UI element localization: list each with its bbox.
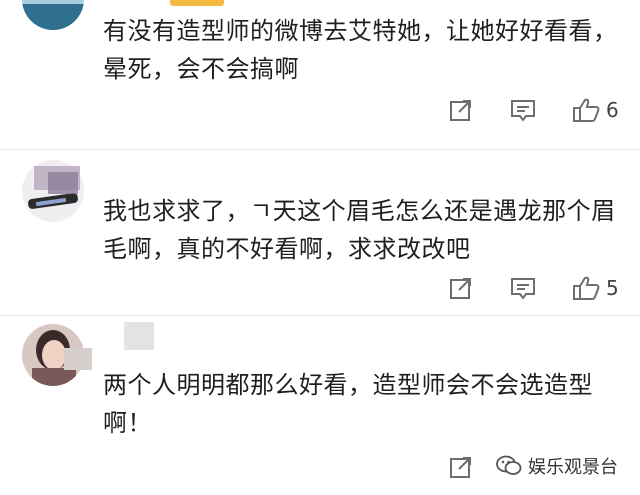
username-mosaic <box>64 348 92 370</box>
like-button[interactable]: 5 <box>572 273 619 303</box>
share-button[interactable] <box>449 95 473 125</box>
comment-item: 我也求求了，ㄱ天这个眉毛怎么还是遇龙那个眉毛啊，真的不好看啊，求求改改吧 5 <box>0 150 640 316</box>
comment-text: 两个人明明都那么好看，造型师会不会选造型啊！ <box>103 371 593 437</box>
thumbs-up-icon <box>573 98 600 122</box>
share-icon <box>450 457 471 478</box>
share-icon <box>450 278 471 299</box>
comment-actions: 6 <box>0 95 640 125</box>
share-button[interactable] <box>449 452 473 482</box>
comment-item: 有没有造型师的微博去艾特她，让她好好看看，晕死，会不会搞啊 6 <box>0 0 640 150</box>
wechat-official-account-icon <box>496 455 522 475</box>
reply-button[interactable] <box>510 95 536 125</box>
like-count: 6 <box>606 98 619 122</box>
reply-button[interactable] <box>510 273 536 303</box>
username-mosaic <box>124 322 154 350</box>
like-button[interactable]: 6 <box>572 95 619 125</box>
comment-text: 有没有造型师的微博去艾特她，让她好好看看，晕死，会不会搞啊 <box>103 17 618 83</box>
thumbs-up-icon <box>573 276 600 300</box>
share-icon <box>450 100 471 121</box>
avatar[interactable] <box>22 0 84 30</box>
share-button[interactable] <box>449 273 473 303</box>
comment-text: 我也求求了，ㄱ天这个眉毛怎么还是遇龙那个眉毛啊，真的不好看啊，求求改改吧 <box>103 197 616 263</box>
like-count: 5 <box>606 276 619 300</box>
comment-icon <box>511 278 535 300</box>
watermark-text: 娱乐观景台 <box>528 457 618 478</box>
comment-icon <box>511 100 535 122</box>
watermark: 娱乐观景台 <box>496 453 618 479</box>
username-mosaic <box>48 172 78 194</box>
comment-actions: 5 <box>0 273 640 303</box>
